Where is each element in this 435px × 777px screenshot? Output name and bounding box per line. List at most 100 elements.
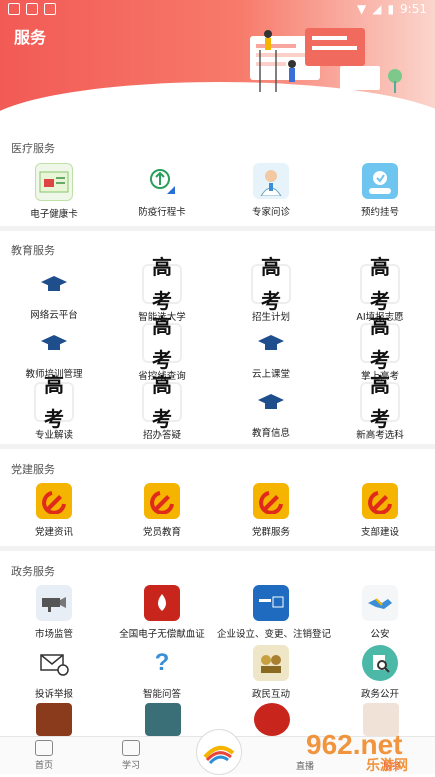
service-item-label: 党建资讯 [34,527,73,538]
signal-icon: ◢ [372,2,382,16]
service-item-label: 专业解读 [34,430,73,441]
graduation-cap-icon [36,266,72,302]
service-item-label: 云上课堂 [251,369,290,380]
graduation-cap-icon [253,384,289,420]
party-emblem-icon [253,483,289,519]
service-item-label: 防疫行程卡 [138,207,186,218]
status-bar: ▼ ◢ ▮ 9:51 [0,0,435,20]
service-item-education-info[interactable]: 教育信息 [217,384,325,439]
service-item-label: 投诉举报 [34,689,73,700]
service-item-itinerary-card[interactable]: 防疫行程卡 [108,163,216,218]
notification-icon [26,3,38,15]
service-item-expert-consult[interactable]: 专家问诊 [217,163,325,218]
service-item-smart-qa[interactable]: ? 智能问答 [108,645,216,700]
section-title-education: 教育服务 [11,244,55,257]
service-item-new-gaokao-subjects[interactable]: 高考 新高考选科 [326,373,434,441]
tab-label: 首页 [34,761,53,771]
service-item-blood-donation[interactable]: 全国电子无偿献血证 [108,585,216,640]
magnifier-icon [362,645,398,681]
section-title-government: 政务服务 [11,565,55,578]
service-item-label: 支部建设 [360,527,399,538]
page-title: 服务 [14,28,47,47]
tab-home[interactable]: 首页 [14,740,74,771]
service-item-label: 新高考选科 [356,430,404,441]
handshake-icon [362,585,398,621]
service-item-complaint[interactable]: 投诉举报 [0,645,108,700]
question-icon: ? [154,649,170,676]
service-item-label: 网络云平台 [30,310,78,321]
service-item-label: 政民互动 [251,689,290,700]
service-item-partial[interactable] [254,703,290,736]
gaokao-icon: 高考 [142,314,182,372]
gaokao-icon: 高考 [360,255,400,313]
service-item-cloud-platform[interactable]: 网络云平台 [0,266,108,321]
study-icon [122,740,140,756]
appointment-icon [362,163,398,199]
itinerary-card-icon [144,163,180,199]
interaction-icon [253,645,289,681]
section-title-medical: 医疗服务 [11,142,55,155]
service-item-major-interpretation[interactable]: 高考 专业解读 [0,373,108,441]
service-item-label: 市场监管 [34,629,73,640]
service-item-party-news[interactable]: 党建资讯 [0,483,108,538]
service-item-branch-building[interactable]: 支部建设 [326,483,434,538]
battery-icon: ▮ [387,2,395,16]
home-icon [35,740,53,756]
service-item-appointment[interactable]: 预约挂号 [326,163,434,218]
service-item-label: 教育信息 [251,428,290,439]
registration-icon [253,585,289,621]
service-item-public-security[interactable]: 公安 [326,585,434,640]
watermark-logo: 962.net 乐游网 [300,718,435,774]
service-item-label: 政务公开 [360,689,399,700]
section-title-party: 党建服务 [11,463,55,476]
gaokao-icon: 高考 [142,373,182,431]
notification-icon [44,3,56,15]
tab-study[interactable]: 学习 [101,740,161,771]
service-item-label: 专家问诊 [251,207,290,218]
gaokao-icon: 高考 [34,373,74,431]
service-item-enterprise-registration[interactable]: 企业设立、变更、注销登记 [217,585,332,640]
center-logo-button[interactable] [196,729,242,775]
banner-illustration-icon [220,26,420,100]
service-item-partial[interactable] [145,703,181,736]
service-item-member-education[interactable]: 党员教育 [108,483,216,538]
section-divider [0,546,435,551]
service-item-label: 企业设立、变更、注销登记 [217,629,332,640]
gaokao-icon: 高考 [360,373,400,431]
service-item-admission-qa[interactable]: 高考 招办答疑 [108,373,216,441]
section-divider [0,226,435,231]
service-item-label: 公安 [370,629,390,640]
service-item-partial[interactable] [36,703,72,736]
gaokao-icon: 高考 [360,314,400,372]
service-item-market-regulation[interactable]: 市场监管 [0,585,108,640]
notification-icon [8,3,20,15]
service-item-label: 全国电子无偿献血证 [119,629,205,640]
service-item-enrollment-plan[interactable]: 高考 招生计划 [217,255,325,323]
service-item-health-card[interactable]: 电子健康卡 [0,163,108,220]
wifi-icon: ▼ [356,2,367,16]
service-item-government-openness[interactable]: 政务公开 [326,645,434,700]
gaokao-icon: 高考 [142,255,182,313]
service-item-label: 智能问答 [142,689,181,700]
doctor-icon [253,163,289,199]
mail-icon [36,645,72,681]
service-item-label: 预约挂号 [360,207,399,218]
service-item-citizen-interaction[interactable]: 政民互动 [217,645,325,700]
health-card-icon [35,163,73,201]
party-emblem-icon [362,483,398,519]
tab-label: 学习 [121,761,140,771]
service-item-label: 电子健康卡 [30,209,78,220]
app-logo-icon [203,745,235,765]
service-item-party-mass[interactable]: 党群服务 [217,483,325,538]
graduation-cap-icon [253,325,289,361]
status-time: 9:51 [400,2,427,16]
svg-text:乐游网: 乐游网 [366,757,408,773]
service-item-label: 招生计划 [251,312,290,323]
graduation-cap-icon [36,325,72,361]
svg-text:962.net: 962.net [306,729,403,760]
service-item-label: 党群服务 [251,527,290,538]
service-item-label: 党员教育 [142,527,181,538]
gaokao-icon: 高考 [251,255,291,313]
service-item-cloud-classroom[interactable]: 云上课堂 [217,325,325,380]
party-emblem-icon [144,483,180,519]
